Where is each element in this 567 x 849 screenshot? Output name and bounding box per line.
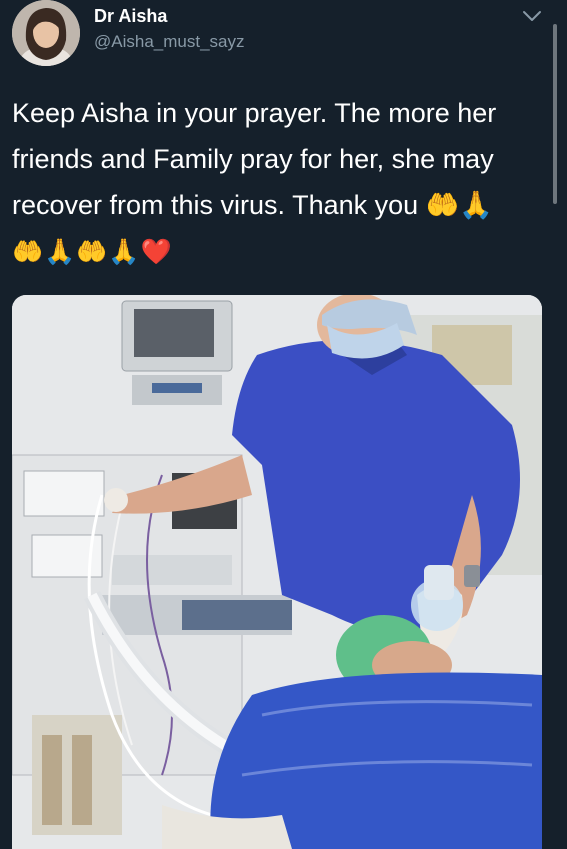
tweet-emoji-line: 🤲🙏🤲🙏❤️	[12, 238, 173, 266]
user-handle[interactable]: @Aisha_must_sayz	[94, 32, 245, 52]
avatar[interactable]	[12, 0, 80, 66]
display-name[interactable]: Dr Aisha	[94, 6, 167, 27]
tweet-text: Keep Aisha in your prayer. The more her …	[12, 90, 547, 275]
hospital-photo	[12, 295, 542, 849]
tweet-text-line: friends and Family pray for her, she may	[12, 144, 494, 174]
tweet-text-line: Keep Aisha in your prayer. The more her	[12, 98, 497, 128]
tweet-text-line: recover from this virus. Thank you 🤲🙏	[12, 190, 493, 220]
chevron-down-icon[interactable]	[521, 8, 543, 24]
tweet-media-image[interactable]	[12, 295, 542, 849]
tweet-header: Dr Aisha @Aisha_must_sayz	[0, 0, 567, 80]
scrollbar[interactable]	[553, 24, 557, 204]
profile-photo-icon	[12, 0, 80, 66]
